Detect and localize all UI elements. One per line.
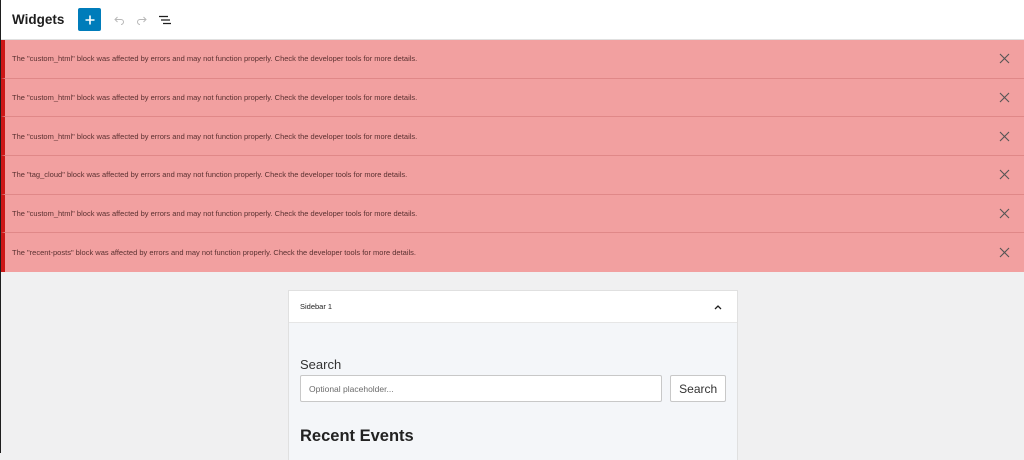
close-icon xyxy=(999,247,1009,258)
widget-canvas: Sidebar 1 Search Search Recent Events xyxy=(1,272,1024,460)
redo-icon xyxy=(136,16,147,25)
dismiss-notice-button[interactable] xyxy=(996,51,1012,67)
close-icon xyxy=(999,92,1009,103)
error-notice: The "custom_html" block was affected by … xyxy=(1,117,1024,157)
close-icon xyxy=(999,53,1009,64)
search-widget: Search xyxy=(300,375,726,403)
widget-area-title: Sidebar 1 xyxy=(300,302,333,312)
dismiss-notice-button[interactable] xyxy=(996,90,1012,106)
error-notice: The "custom_html" block was affected by … xyxy=(1,78,1024,118)
widget-area-body: Search Search Recent Events xyxy=(289,357,737,446)
notice-text: The "custom_html" block was affected by … xyxy=(12,209,418,219)
editor-header: Widgets xyxy=(1,0,1024,40)
list-view-button[interactable] xyxy=(153,8,176,31)
error-notice: The "recent-posts" block was affected by… xyxy=(1,233,1024,273)
notice-text: The "custom_html" block was affected by … xyxy=(12,131,418,141)
error-notice: The "tag_cloud" block was affected by er… xyxy=(1,156,1024,195)
page-title: Widgets xyxy=(12,12,65,27)
notice-text: The "tag_cloud" block was affected by er… xyxy=(12,170,408,180)
search-input[interactable] xyxy=(300,375,663,403)
dismiss-notice-button[interactable] xyxy=(996,245,1012,261)
close-icon xyxy=(999,131,1009,142)
notice-text: The "recent-posts" block was affected by… xyxy=(12,248,416,258)
list-view-icon xyxy=(158,15,171,24)
chevron-up-icon xyxy=(714,304,722,310)
error-notice: The "custom_html" block was affected by … xyxy=(1,194,1024,234)
notice-text: The "custom_html" block was affected by … xyxy=(12,54,418,64)
recent-events-heading: Recent Events xyxy=(300,427,414,446)
close-icon xyxy=(999,208,1009,219)
widget-area-header[interactable]: Sidebar 1 xyxy=(289,291,737,324)
dismiss-notice-button[interactable] xyxy=(996,206,1012,222)
close-icon xyxy=(999,170,1009,180)
undo-icon xyxy=(114,16,124,25)
dismiss-notice-button[interactable] xyxy=(996,167,1012,183)
notice-text: The "custom_html" block was affected by … xyxy=(12,93,418,103)
undo-button[interactable] xyxy=(107,8,130,31)
add-block-button[interactable] xyxy=(78,8,102,31)
error-notice: The "custom_html" block was affected by … xyxy=(1,40,1024,79)
plus-icon xyxy=(85,15,95,24)
dismiss-notice-button[interactable] xyxy=(996,128,1012,144)
error-notices: The "custom_html" block was affected by … xyxy=(1,40,1024,273)
redo-button[interactable] xyxy=(130,8,153,31)
widget-area-sidebar-1: Sidebar 1 Search Search Recent Events xyxy=(288,290,738,460)
collapse-button[interactable] xyxy=(710,299,726,315)
search-button[interactable]: Search xyxy=(670,375,726,403)
search-widget-label: Search xyxy=(300,357,342,373)
